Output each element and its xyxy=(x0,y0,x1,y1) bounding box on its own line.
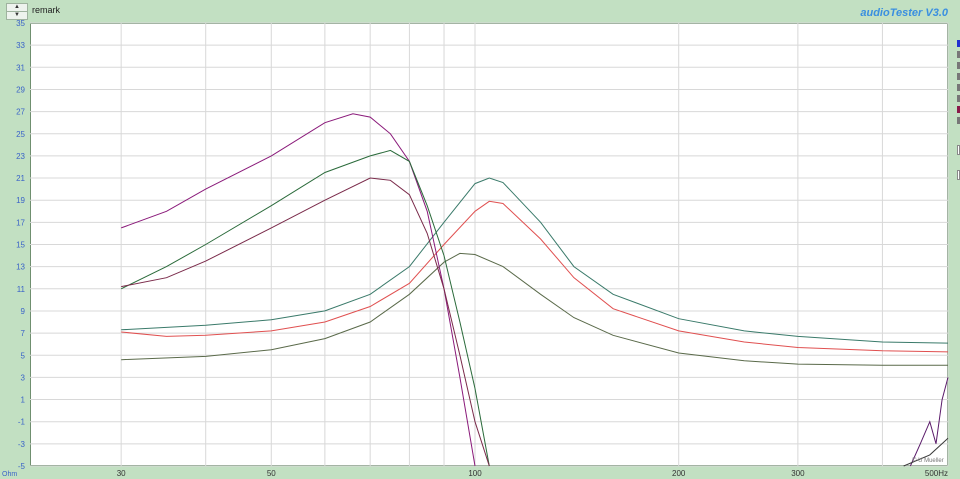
series-line xyxy=(121,200,949,353)
x-tick-label: 50 xyxy=(267,469,276,478)
y-tick-label: 25 xyxy=(16,130,25,139)
y-tick-label: 11 xyxy=(17,285,26,294)
app-window: ▲ ▼ remark audioTester V3.0 35 33 31 29 27 25… xyxy=(0,0,960,479)
y-tick-label: 29 xyxy=(16,85,25,94)
y-tick-label: -3 xyxy=(18,440,26,449)
y-tick-label: 31 xyxy=(16,63,25,72)
y-tick-label: 1 xyxy=(21,396,26,405)
y-tick-label: 17 xyxy=(16,218,25,227)
y-unit-label: Ohm xyxy=(2,471,17,478)
y-tick-label: 7 xyxy=(21,329,26,338)
y-tick-label: 3 xyxy=(21,373,26,382)
x-tick-label: 30 xyxy=(117,469,126,478)
y-tick-label: 23 xyxy=(16,152,25,161)
x-tick-label: 100 xyxy=(468,469,482,478)
impedance-chart: 3533312927252321191715131197531-1-3-5 30… xyxy=(2,19,949,478)
y-tick-label: -1 xyxy=(18,418,26,427)
y-tick-label: 21 xyxy=(16,174,25,183)
y-tick-labels: 3533312927252321191715131197531-1-3-5 xyxy=(16,19,25,471)
x-tick-label: 500Hz xyxy=(925,469,948,478)
y-tick-label: -5 xyxy=(18,462,26,471)
y-tick-label: 15 xyxy=(16,241,25,250)
series-line xyxy=(121,177,490,467)
copyright-text: © U Mueller xyxy=(912,457,944,464)
series-line xyxy=(121,113,476,467)
y-tick-label: 33 xyxy=(16,41,25,50)
y-tick-label: 27 xyxy=(16,108,25,117)
series-group xyxy=(120,113,949,467)
y-tick-label: 9 xyxy=(21,307,26,316)
series-line xyxy=(121,177,949,344)
y-tick-label: 35 xyxy=(16,19,25,28)
grid xyxy=(30,22,949,467)
y-tick-label: 19 xyxy=(16,196,25,205)
y-tick-label: 13 xyxy=(16,263,25,272)
x-tick-labels: 30 50 100 200 300 500Hz xyxy=(117,469,948,478)
series-line xyxy=(120,149,490,467)
x-tick-label: 300 xyxy=(791,469,805,478)
x-tick-label: 200 xyxy=(672,469,686,478)
y-tick-label: 5 xyxy=(21,351,26,360)
